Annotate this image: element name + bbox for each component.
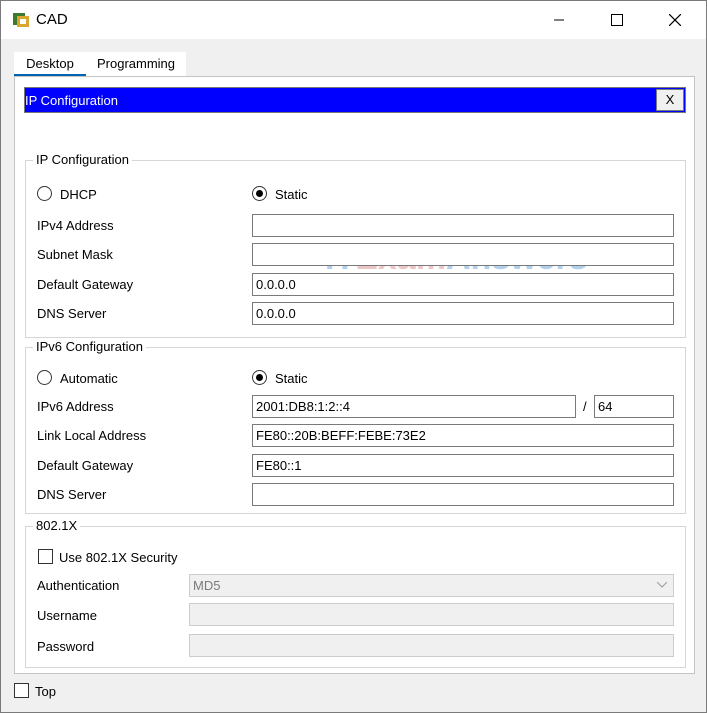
- tab-desktop[interactable]: Desktop: [14, 52, 86, 77]
- ipv4-default-gateway-label: Default Gateway: [37, 277, 134, 292]
- static-radio[interactable]: [252, 186, 267, 201]
- ip-config-close-button[interactable]: X: [656, 89, 684, 111]
- use-8021x-checkbox[interactable]: [38, 549, 53, 564]
- dot1x-group: 802.1X Use 802.1X Security Authenticatio…: [25, 518, 686, 668]
- password-label: Password: [37, 639, 95, 654]
- static-label: Static: [275, 187, 308, 202]
- app-icon: [13, 13, 29, 27]
- ip-configuration-bar: IP Configuration X: [24, 87, 686, 113]
- ipv4-dns-server-label: DNS Server: [37, 306, 107, 321]
- password-input[interactable]: [189, 634, 674, 657]
- maximize-button[interactable]: [588, 1, 646, 39]
- link-local-address-label: Link Local Address: [37, 428, 147, 443]
- ipv6-prefix-input[interactable]: 64: [594, 395, 674, 418]
- ipv4-default-gateway-input[interactable]: 0.0.0.0: [252, 273, 674, 296]
- automatic-label: Automatic: [60, 371, 118, 386]
- ipv4-config-group: IP Configuration DHCP Static IPv4 Addres…: [25, 152, 686, 338]
- top-checkbox[interactable]: [14, 683, 29, 698]
- minimize-icon: [554, 19, 564, 21]
- authentication-label: Authentication: [37, 578, 120, 593]
- ipv6-address-label: IPv6 Address: [37, 399, 114, 414]
- app-window: CAD Desktop Programming IP Configuration…: [0, 0, 707, 713]
- ipv6-static-label: Static: [275, 371, 308, 386]
- ipv6-address-input[interactable]: 2001:DB8:1:2::4: [252, 395, 576, 418]
- ipv6-group-title: IPv6 Configuration: [33, 339, 146, 354]
- close-button[interactable]: [646, 1, 704, 39]
- client-area: Desktop Programming IP Configuration X I…: [2, 39, 706, 712]
- dhcp-radio[interactable]: [37, 186, 52, 201]
- close-icon: [669, 14, 681, 26]
- ipv6-default-gateway-input[interactable]: FE80::1: [252, 454, 674, 477]
- ipv6-config-group: IPv6 Configuration Automatic Static IPv6…: [25, 339, 686, 514]
- ipv4-group-title: IP Configuration: [33, 152, 132, 167]
- subnet-mask-input[interactable]: [252, 243, 674, 266]
- authentication-value: MD5: [193, 578, 221, 593]
- title-bar[interactable]: CAD: [1, 1, 706, 39]
- dhcp-label: DHCP: [60, 187, 97, 202]
- ipv6-default-gateway-label: Default Gateway: [37, 458, 134, 473]
- dot1x-group-title: 802.1X: [33, 518, 81, 533]
- chevron-down-icon: [657, 582, 667, 588]
- prefix-separator: /: [583, 399, 587, 414]
- desktop-panel: IP Configuration X ITExamAnswers IP Conf…: [14, 76, 695, 674]
- window-title: CAD: [36, 11, 68, 28]
- tab-programming[interactable]: Programming: [86, 52, 186, 77]
- minimize-button[interactable]: [530, 1, 588, 39]
- top-label: Top: [35, 684, 56, 699]
- ipv6-dns-server-label: DNS Server: [37, 487, 107, 502]
- ipv6-dns-server-input[interactable]: [252, 483, 674, 506]
- maximize-icon: [611, 14, 623, 26]
- username-label: Username: [37, 608, 97, 623]
- ip-configuration-title: IP Configuration: [25, 93, 118, 108]
- ipv4-address-input[interactable]: [252, 214, 674, 237]
- automatic-radio[interactable]: [37, 370, 52, 385]
- ipv4-dns-server-input[interactable]: 0.0.0.0: [252, 302, 674, 325]
- use-8021x-label: Use 802.1X Security: [59, 550, 178, 565]
- username-input[interactable]: [189, 603, 674, 626]
- ipv6-static-radio[interactable]: [252, 370, 267, 385]
- ipv4-address-label: IPv4 Address: [37, 218, 114, 233]
- authentication-select[interactable]: MD5: [189, 574, 674, 597]
- subnet-mask-label: Subnet Mask: [37, 247, 113, 262]
- link-local-address-input[interactable]: FE80::20B:BEFF:FEBE:73E2: [252, 424, 674, 447]
